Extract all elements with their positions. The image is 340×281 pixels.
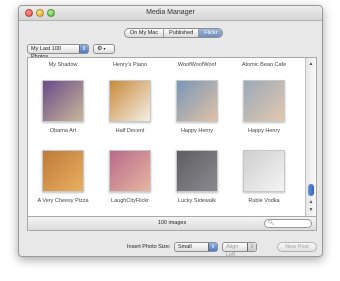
photo-thumbnail[interactable] (109, 150, 151, 192)
photo-grid: My Shadow Henry's Piano WoofWoofWoof Ato… (28, 58, 306, 216)
popup-arrows-icon: ⇕ (247, 243, 256, 251)
photo-set-popup[interactable]: My Last 100 Photos ⇕ (27, 44, 89, 60)
window-title: Media Manager (146, 9, 195, 16)
photo-browser[interactable]: My Shadow Henry's Piano WoofWoofWoof Ato… (27, 57, 317, 217)
scrollbar-thumb[interactable] (308, 184, 314, 196)
popup-arrows-icon: ⇕ (79, 45, 88, 53)
photo-size-popup[interactable]: Small ⇕ (174, 242, 218, 252)
photo-thumbnail[interactable] (42, 150, 84, 192)
tab-published[interactable]: Published (164, 29, 200, 37)
insert-size-label: Insert Photo Size: (127, 244, 171, 250)
status-bar: 100 images 🔍︎ (27, 217, 317, 231)
photo-thumbnail[interactable] (42, 80, 84, 122)
photo-thumbnail[interactable] (176, 150, 218, 192)
popup-arrows-icon: ⇕ (208, 243, 217, 251)
photo-title: Happy Henry (247, 128, 281, 134)
new-post-button[interactable]: New Post (277, 242, 317, 252)
search-icon: 🔍︎ (268, 220, 275, 226)
photo-thumbnail[interactable] (176, 80, 218, 122)
align-value: Align Left (226, 244, 239, 257)
vertical-scrollbar[interactable]: ▲ ▲ ▼ (305, 58, 316, 216)
photo-size-value: Small (178, 244, 192, 250)
photo-title: Happy Henry (180, 128, 214, 134)
scroll-up-arrow-icon[interactable]: ▲ (307, 60, 315, 68)
partial-row-label: My Shadow (48, 62, 78, 68)
footer-bar: Insert Photo Size: Small ⇕ Align Left ⇕ … (19, 242, 322, 256)
photo-thumbnail[interactable] (243, 150, 285, 192)
photo-title: Lucky Sidewalk (178, 198, 216, 204)
chevron-down-icon: ▾ (102, 46, 106, 51)
action-menu-button[interactable]: ⚙ ▾ (93, 44, 115, 54)
scroll-up-arrow-icon[interactable]: ▲ (307, 198, 315, 206)
photo-title: Obama Art (49, 128, 77, 134)
toolbar: My Last 100 Photos ⇕ ⚙ ▾ (27, 44, 115, 60)
photo-thumbnail[interactable] (243, 80, 285, 122)
photo-item[interactable]: Happy Henry (232, 80, 296, 142)
tab-flickr[interactable]: Flickr (199, 29, 223, 37)
partial-row-label: Henry's Piano (112, 62, 148, 68)
media-manager-window: Media Manager On My Mac Published Flickr… (18, 5, 323, 257)
photo-title: Ruble Vodka (248, 198, 280, 204)
photo-title: A Very Cheesy Pizza (37, 198, 89, 204)
tab-on-my-mac[interactable]: On My Mac (125, 29, 165, 37)
photo-item[interactable]: LaughCityFlickr (98, 150, 162, 212)
search-field[interactable]: 🔍︎ (264, 219, 312, 228)
photo-item[interactable]: A Very Cheesy Pizza (31, 150, 95, 212)
photo-thumbnail[interactable] (109, 80, 151, 122)
scroll-down-arrow-icon[interactable]: ▼ (307, 206, 315, 214)
photo-item[interactable]: Half Decent (98, 80, 162, 142)
photo-item[interactable]: Ruble Vodka (232, 150, 296, 212)
photo-item[interactable]: Lucky Sidewalk (165, 150, 229, 212)
photo-title: Half Decent (115, 128, 145, 134)
align-popup[interactable]: Align Left ⇕ (222, 242, 257, 256)
partial-row-label: WoofWoofWoof (177, 62, 217, 68)
photo-item[interactable]: Happy Henry (165, 80, 229, 142)
partial-row-label: Atomic Bean Cafe (241, 62, 287, 68)
source-segmented-control: On My Mac Published Flickr (124, 28, 224, 38)
title-bar[interactable]: Media Manager (19, 6, 322, 21)
photo-title: LaughCityFlickr (111, 198, 149, 204)
photo-item[interactable]: Obama Art (31, 80, 95, 142)
